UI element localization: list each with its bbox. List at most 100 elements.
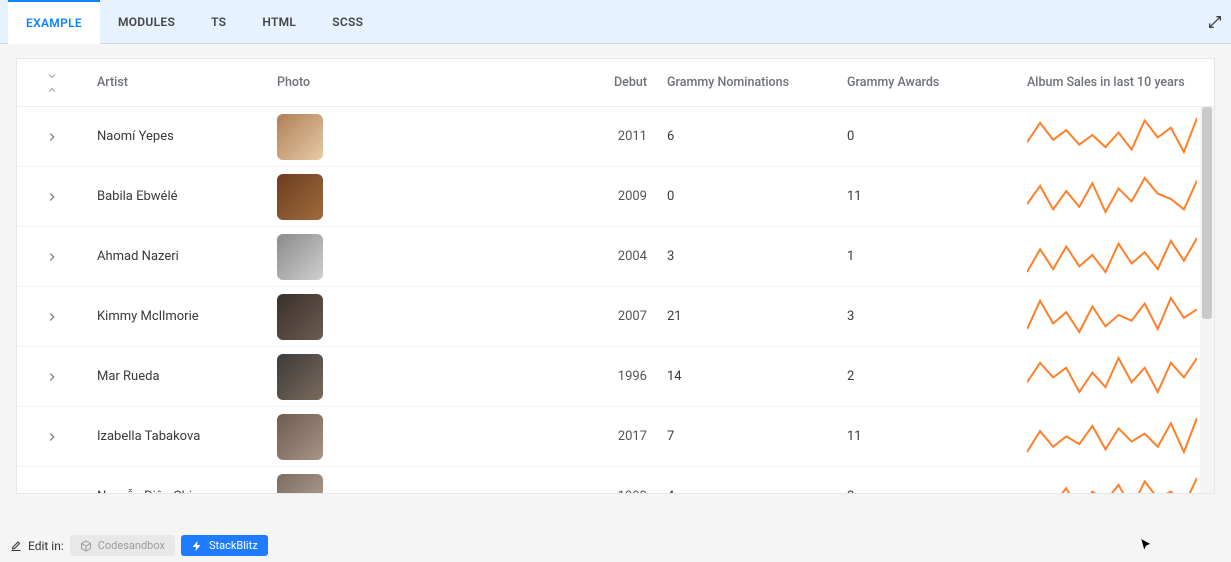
cell-photo [267, 234, 567, 280]
cell-sparkline [1017, 355, 1207, 399]
cell-artist: Mar Rueda [87, 369, 267, 384]
cell-photo [267, 354, 567, 400]
cell-grammy-awards: 3 [837, 309, 1017, 324]
cell-grammy-awards: 0 [837, 129, 1017, 144]
cell-grammy-awards: 2 [837, 489, 1017, 493]
cell-grammy-nominations: 7 [657, 429, 837, 444]
expand-fullscreen-icon[interactable] [1207, 14, 1223, 30]
cell-photo [267, 474, 567, 494]
table-row: Ahmad Nazeri 200431 [17, 227, 1214, 287]
expand-row-icon[interactable] [45, 250, 59, 264]
chevron-down-icon [46, 70, 58, 82]
cell-grammy-nominations: 4 [657, 489, 837, 493]
sparkline-chart [1027, 355, 1197, 395]
cell-photo [267, 114, 567, 160]
stackblitz-icon [191, 540, 203, 552]
cell-grammy-nominations: 3 [657, 249, 837, 264]
cell-sparkline [1017, 175, 1207, 219]
cell-artist: Babila Ebwélé [87, 189, 267, 204]
expand-row-icon[interactable] [45, 370, 59, 384]
expand-collapse-all-toggle[interactable] [17, 70, 87, 96]
tab-bar: EXAMPLE MODULES TS HTML SCSS [0, 0, 1231, 44]
sparkline-chart [1027, 175, 1197, 215]
sparkline-chart [1027, 475, 1197, 494]
avatar [277, 234, 323, 280]
cell-grammy-awards: 1 [837, 249, 1017, 264]
cell-debut: 2011 [567, 129, 657, 144]
column-header-artist[interactable]: Artist [87, 75, 267, 90]
cell-grammy-awards: 2 [837, 369, 1017, 384]
cell-debut: 1996 [567, 369, 657, 384]
expand-row-icon[interactable] [45, 310, 59, 324]
sparkline-chart [1027, 415, 1197, 455]
edit-icon [10, 540, 22, 552]
expand-row-icon[interactable] [45, 490, 59, 494]
edit-in-footer: Edit in: Codesandbox StackBlitz [10, 535, 268, 556]
cell-sparkline [1017, 295, 1207, 339]
content-area: Artist Photo Debut Grammy Nominations Gr… [0, 44, 1231, 504]
tab-modules[interactable]: MODULES [100, 0, 193, 44]
tab-scss[interactable]: SCSS [314, 0, 381, 44]
cell-sparkline [1017, 115, 1207, 159]
cell-debut: 2004 [567, 249, 657, 264]
sparkline-chart [1027, 115, 1197, 155]
avatar [277, 294, 323, 340]
cell-grammy-awards: 11 [837, 189, 1017, 204]
column-header-grammy-nominations[interactable]: Grammy Nominations [657, 75, 837, 90]
cell-grammy-nominations: 0 [657, 189, 837, 204]
sparkline-chart [1027, 295, 1197, 335]
expand-row-icon[interactable] [45, 430, 59, 444]
table-row: Naomí Yepes 201160 [17, 107, 1214, 167]
cell-grammy-nominations: 6 [657, 129, 837, 144]
grid-header-row: Artist Photo Debut Grammy Nominations Gr… [17, 59, 1214, 107]
cell-artist: Izabella Tabakova [87, 429, 267, 444]
tab-ts[interactable]: TS [193, 0, 244, 44]
column-header-debut[interactable]: Debut [567, 75, 657, 90]
cell-artist: Naomí Yepes [87, 129, 267, 144]
tab-example[interactable]: EXAMPLE [8, 0, 100, 44]
cell-debut: 2007 [567, 309, 657, 324]
stackblitz-button[interactable]: StackBlitz [181, 535, 268, 556]
cell-sparkline [1017, 475, 1207, 494]
cell-grammy-nominations: 21 [657, 309, 837, 324]
cell-debut: 2009 [567, 189, 657, 204]
cell-artist: Kimmy McIlmorie [87, 309, 267, 324]
table-row: Izabella Tabakova 2017711 [17, 407, 1214, 467]
chevron-up-icon [46, 84, 58, 96]
cell-photo [267, 294, 567, 340]
cell-artist: Ahmad Nazeri [87, 249, 267, 264]
avatar [277, 474, 323, 494]
expand-row-icon[interactable] [45, 130, 59, 144]
avatar [277, 414, 323, 460]
codesandbox-button[interactable]: Codesandbox [70, 535, 175, 556]
column-header-grammy-awards[interactable]: Grammy Awards [837, 75, 1017, 90]
cell-photo [267, 174, 567, 220]
mouse-cursor-icon [1139, 538, 1153, 552]
grid-body[interactable]: Naomí Yepes201160Babila Ebwélé2009011Ahm… [17, 107, 1214, 493]
scrollbar-thumb[interactable] [1202, 107, 1212, 319]
cell-artist: Nguyễn Diệp Chi [87, 489, 267, 493]
table-row: Mar Rueda 1996142 [17, 347, 1214, 407]
edit-in-label: Edit in: [28, 539, 64, 553]
codesandbox-icon [80, 540, 92, 552]
cell-grammy-nominations: 14 [657, 369, 837, 384]
sparkline-chart [1027, 235, 1197, 275]
column-header-album-sales[interactable]: Album Sales in last 10 years [1017, 75, 1200, 90]
codesandbox-label: Codesandbox [98, 539, 165, 552]
avatar [277, 174, 323, 220]
column-header-photo[interactable]: Photo [267, 75, 567, 90]
cell-grammy-awards: 11 [837, 429, 1017, 444]
vertical-scrollbar[interactable] [1200, 107, 1214, 493]
data-grid: Artist Photo Debut Grammy Nominations Gr… [16, 58, 1215, 494]
avatar [277, 354, 323, 400]
cell-debut: 1992 [567, 489, 657, 493]
avatar [277, 114, 323, 160]
cell-debut: 2017 [567, 429, 657, 444]
cell-sparkline [1017, 415, 1207, 459]
expand-row-icon[interactable] [45, 190, 59, 204]
table-row: Kimmy McIlmorie 2007213 [17, 287, 1214, 347]
cell-sparkline [1017, 235, 1207, 279]
stackblitz-label: StackBlitz [209, 539, 258, 552]
tab-html[interactable]: HTML [244, 0, 314, 44]
cell-photo [267, 414, 567, 460]
